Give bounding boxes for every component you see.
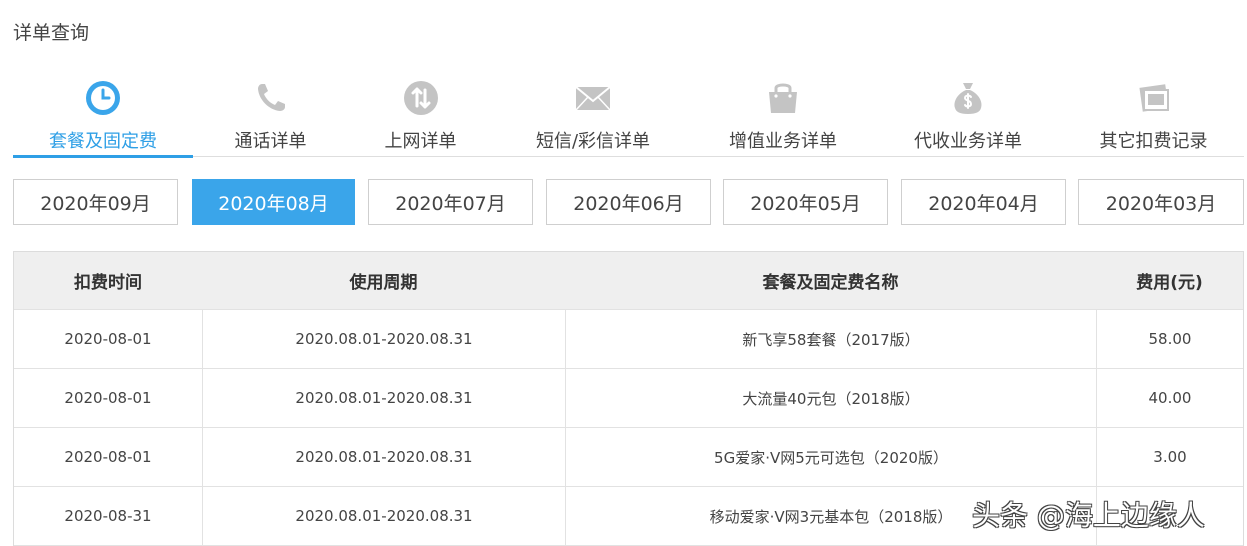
tab-collection-details[interactable]: 代收业务详单 — [873, 72, 1063, 156]
tab-label: 增值业务详单 — [729, 131, 837, 152]
month-selector: 2020年09月 2020年08月 2020年07月 2020年06月 2020… — [13, 179, 1244, 225]
phone-icon — [257, 84, 285, 111]
table-row: 2020-08-01 2020.08.01-2020.08.31 新飞享58套餐… — [14, 310, 1243, 369]
header-package-name: 套餐及固定费名称 — [762, 273, 899, 293]
month-button-2020-04[interactable]: 2020年04月 — [901, 179, 1066, 225]
tab-label: 代收业务详单 — [914, 131, 1022, 152]
shopping-bag-icon — [769, 83, 797, 113]
tab-package-fixed-fee[interactable]: 套餐及固定费 — [13, 72, 193, 158]
charge-time-cell: 2020-08-01 — [64, 330, 152, 348]
tab-label: 其它扣费记录 — [1099, 131, 1208, 152]
month-button-2020-08[interactable]: 2020年08月 — [192, 179, 355, 225]
usage-period-cell: 2020.08.01-2020.08.31 — [202, 369, 565, 427]
tab-label: 短信/彩信详单 — [535, 131, 651, 152]
tab-other-deductions[interactable]: 其它扣费记录 — [1063, 72, 1244, 156]
money-bag-icon — [954, 83, 982, 114]
usage-period-cell: 2020.08.01-2020.08.31 — [202, 487, 565, 545]
charge-time-cell: 2020-08-01 — [64, 389, 152, 407]
header-charge-time: 扣费时间 — [74, 273, 142, 293]
package-name-cell: 大流量40元包（2018版） — [565, 369, 1096, 427]
table-header-row: 扣费时间 使用周期 套餐及固定费名称 费用(元) — [14, 252, 1243, 310]
envelope-icon — [575, 86, 611, 111]
usage-period-cell: 2020.08.01-2020.08.31 — [202, 428, 565, 486]
fee-cell: 3.00 — [1096, 428, 1243, 486]
header-usage-period: 使用周期 — [349, 273, 418, 293]
month-button-2020-06[interactable]: 2020年06月 — [546, 179, 711, 225]
month-button-2020-03[interactable]: 2020年03月 — [1078, 179, 1244, 225]
tab-label: 上网详单 — [384, 131, 457, 152]
tab-label: 套餐及固定费 — [49, 131, 157, 152]
receipt-icon — [1138, 84, 1169, 112]
charge-time-cell: 2020-08-01 — [64, 448, 152, 466]
tab-internet-details[interactable]: 上网详单 — [348, 72, 493, 156]
watermark: 头条 @海上边缘人 — [972, 499, 1205, 532]
active-tab-underline — [13, 155, 193, 158]
bill-type-tabs: 套餐及固定费 通话详单 上网详单 短信/彩信详单 增值业务详单 代收业务详单 其… — [13, 72, 1244, 158]
package-name-cell: 新飞享58套餐（2017版） — [565, 310, 1096, 368]
month-button-2020-07[interactable]: 2020年07月 — [368, 179, 533, 225]
charge-time-cell: 2020-08-31 — [64, 507, 152, 525]
fee-cell: 40.00 — [1096, 369, 1243, 427]
month-button-2020-05[interactable]: 2020年05月 — [723, 179, 888, 225]
usage-period-cell: 2020.08.01-2020.08.31 — [202, 310, 565, 368]
tab-sms-mms-details[interactable]: 短信/彩信详单 — [493, 72, 693, 156]
header-fee: 费用(元) — [1136, 273, 1203, 293]
tab-value-added-details[interactable]: 增值业务详单 — [693, 72, 873, 156]
month-button-2020-09[interactable]: 2020年09月 — [13, 179, 178, 225]
tab-label: 通话详单 — [234, 131, 307, 152]
fee-cell: 58.00 — [1096, 310, 1243, 368]
table-row: 2020-08-01 2020.08.01-2020.08.31 5G爱家·V网… — [14, 428, 1243, 487]
tab-call-details[interactable]: 通话详单 — [193, 72, 348, 156]
data-transfer-icon — [403, 81, 438, 115]
table-row: 2020-08-01 2020.08.01-2020.08.31 大流量40元包… — [14, 369, 1243, 428]
page-title: 详单查询 — [13, 22, 90, 44]
clock-icon — [86, 81, 120, 115]
package-name-cell: 5G爱家·V网5元可选包（2020版） — [565, 428, 1096, 486]
